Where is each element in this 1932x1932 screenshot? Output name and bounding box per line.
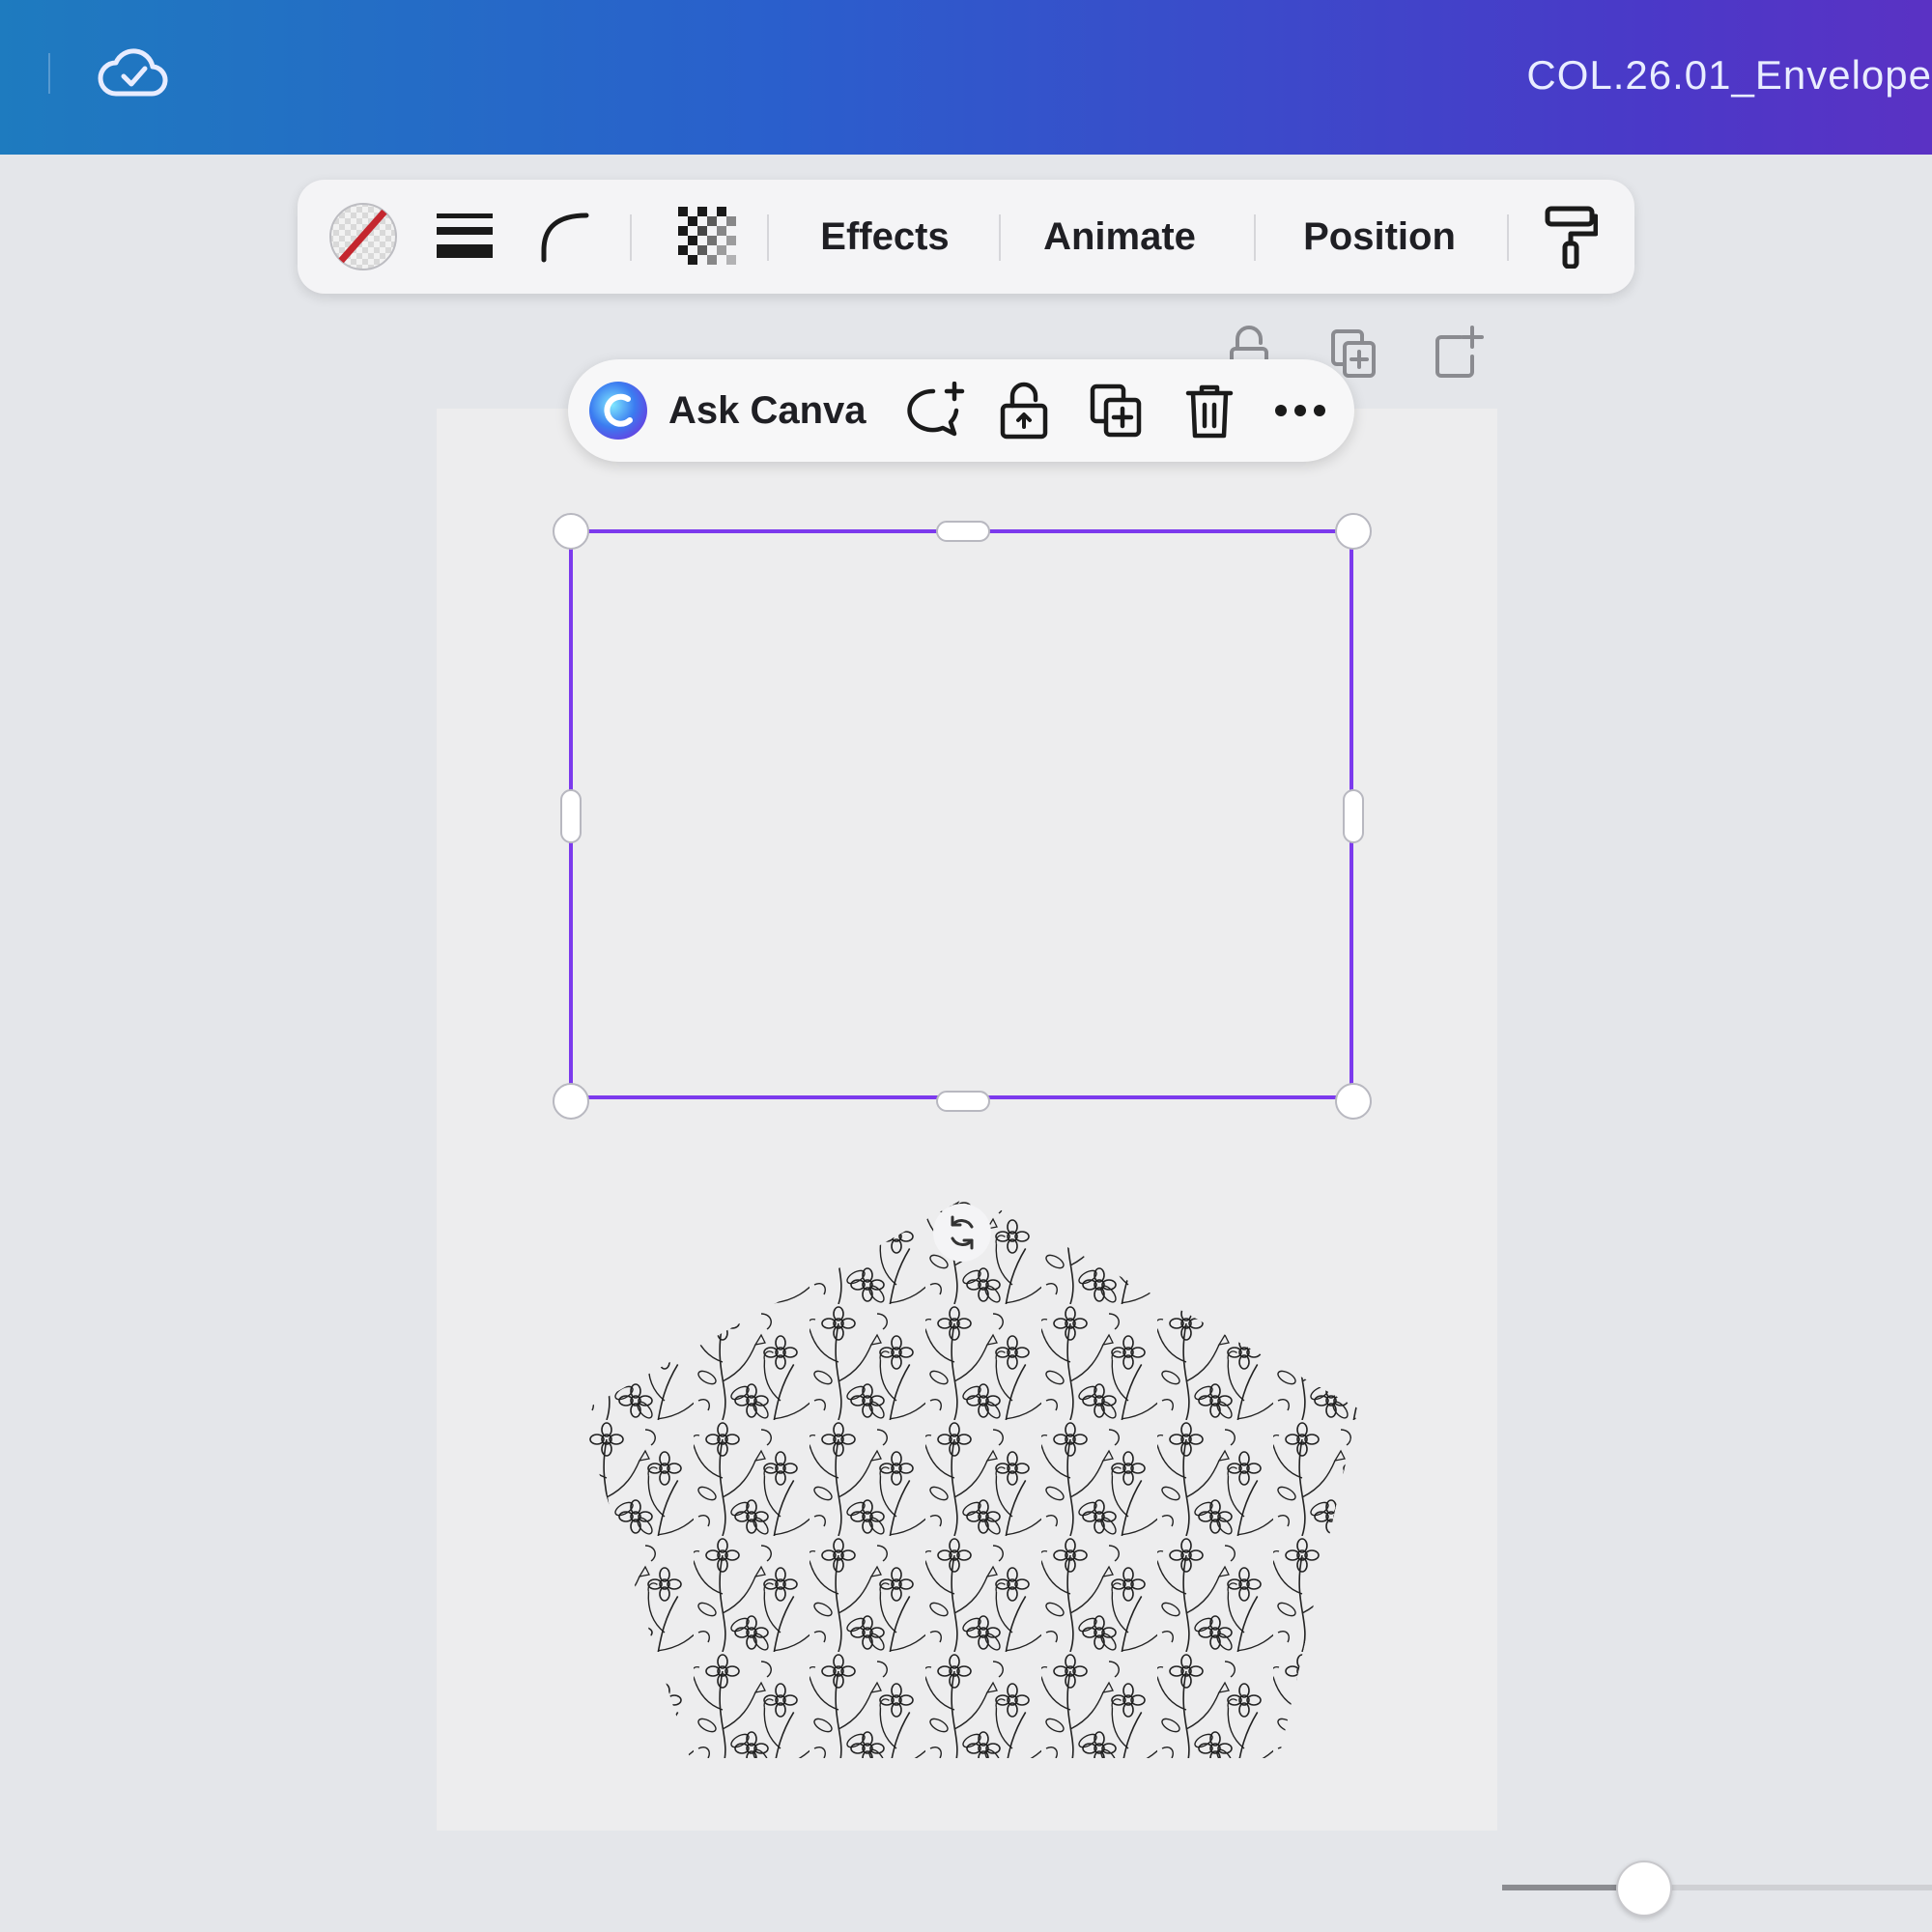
ask-canva-button[interactable]: Ask Canva xyxy=(587,359,877,462)
add-page-icon[interactable] xyxy=(1432,324,1484,382)
toolbar-separator xyxy=(767,214,769,261)
trash-icon xyxy=(1185,384,1234,439)
position-label: Position xyxy=(1303,214,1456,258)
toolbar-separator xyxy=(630,214,632,261)
resize-handle-bottom-left[interactable] xyxy=(553,1083,589,1120)
transparency-button[interactable] xyxy=(655,180,761,294)
floral-pentagon-shape[interactable] xyxy=(578,1188,1370,1758)
rotate-icon xyxy=(951,1215,974,1250)
canva-ai-icon xyxy=(589,382,647,440)
resize-handle-top[interactable] xyxy=(936,521,990,542)
border-style-button[interactable] xyxy=(421,180,508,294)
zoom-slider-thumb[interactable] xyxy=(1615,1861,1672,1917)
ask-canva-label: Ask Canva xyxy=(668,388,867,432)
editor-header: COL.26.01_Envelope xyxy=(0,0,1932,155)
copy-style-button[interactable] xyxy=(1522,180,1619,294)
effects-label: Effects xyxy=(820,214,950,258)
selected-shape-frame[interactable] xyxy=(569,529,1353,1099)
toolbar-separator xyxy=(1254,214,1256,261)
border-style-icon xyxy=(437,213,493,258)
resize-handle-bottom[interactable] xyxy=(936,1091,990,1112)
unlock-icon xyxy=(1000,382,1048,440)
resize-handle-top-right[interactable] xyxy=(1335,513,1372,550)
position-button[interactable]: Position xyxy=(1273,180,1486,294)
delete-button[interactable] xyxy=(1171,359,1248,462)
cloud-check-icon[interactable] xyxy=(97,43,169,101)
more-icon xyxy=(1275,405,1325,416)
resize-handle-top-left[interactable] xyxy=(553,513,589,550)
toolbar-separator xyxy=(1507,214,1509,261)
resize-handle-left[interactable] xyxy=(560,789,582,843)
transparency-icon xyxy=(678,207,736,265)
corner-rounding-icon xyxy=(541,213,589,263)
corner-rounding-button[interactable] xyxy=(522,180,609,294)
comment-add-icon xyxy=(907,382,965,437)
more-options-button[interactable] xyxy=(1262,359,1339,462)
animate-button[interactable]: Animate xyxy=(1018,180,1221,294)
add-comment-button[interactable] xyxy=(896,359,974,462)
border-color-button[interactable] xyxy=(315,180,412,294)
effects-button[interactable]: Effects xyxy=(788,180,981,294)
resize-handle-bottom-right[interactable] xyxy=(1335,1083,1372,1120)
no-color-swatch-icon xyxy=(329,203,397,270)
duplicate-button[interactable] xyxy=(1078,359,1155,462)
header-divider xyxy=(48,53,50,94)
toolbar-separator xyxy=(999,214,1001,261)
document-title[interactable]: COL.26.01_Envelope xyxy=(1526,50,1932,100)
paint-roller-icon xyxy=(1545,206,1598,269)
rotate-handle[interactable] xyxy=(933,1204,991,1262)
unlock-button[interactable] xyxy=(985,359,1063,462)
duplicate-icon xyxy=(1090,384,1142,438)
shape-toolbar: Effects Animate Position xyxy=(298,180,1634,294)
resize-handle-right[interactable] xyxy=(1343,789,1364,843)
animate-label: Animate xyxy=(1043,214,1196,258)
element-context-menu: Ask Canva xyxy=(568,359,1354,462)
